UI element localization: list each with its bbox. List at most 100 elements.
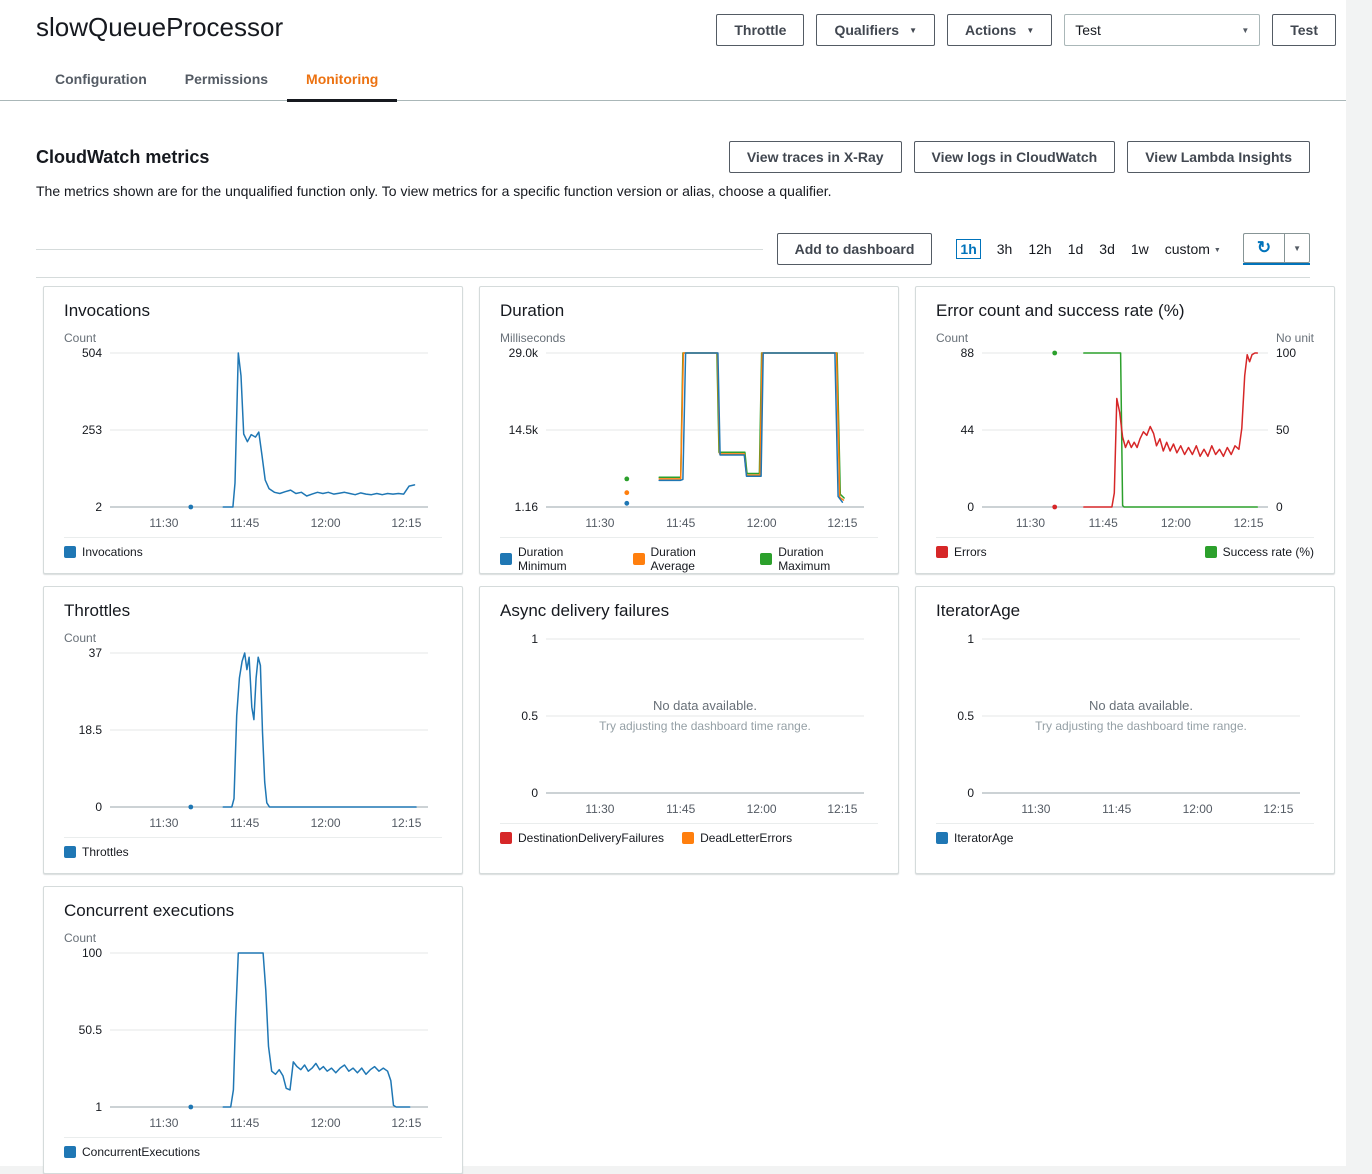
y-axis-unit-left: Count [936, 331, 968, 345]
caret-down-icon: ▼ [1241, 27, 1249, 35]
refresh-options-button[interactable]: ▼ [1284, 233, 1310, 263]
svg-text:11:45: 11:45 [1089, 516, 1118, 530]
test-event-select[interactable]: Test ▼ [1064, 14, 1260, 46]
time-range-1d[interactable]: 1d [1068, 241, 1084, 257]
tab-permissions[interactable]: Permissions [166, 60, 287, 100]
charts-grid: InvocationsCount504253211:3011:4512:0012… [43, 286, 1303, 1174]
tab-monitoring[interactable]: Monitoring [287, 60, 397, 100]
svg-text:44: 44 [961, 423, 975, 437]
header-actions: Throttle Qualifiers ▼ Actions ▼ Test ▼ T… [716, 14, 1336, 46]
chart-canvas[interactable]: 8844010050011:3011:4512:0012:15 [936, 345, 1314, 535]
legend-item-iteratorage[interactable]: IteratorAge [936, 831, 1013, 845]
time-range-3d[interactable]: 3d [1099, 241, 1115, 257]
legend-item-success-rate-[interactable]: Success rate (%) [1205, 545, 1314, 559]
legend-item-invocations[interactable]: Invocations [64, 545, 143, 559]
chart-title: Concurrent executions [64, 901, 442, 921]
y-axis-unit-left: Count [64, 331, 96, 345]
test-event-select-value: Test [1075, 21, 1101, 39]
chart-title: Invocations [64, 301, 442, 321]
chart-canvas[interactable]: 504253211:3011:4512:0012:15 [64, 345, 442, 535]
time-range-12h[interactable]: 12h [1028, 241, 1051, 257]
cloudwatch-metrics-header: CloudWatch metrics View traces in X-Ray … [36, 141, 1310, 173]
legend-label: IteratorAge [954, 831, 1013, 845]
chart-card-duration: DurationMilliseconds29.0k14.5k1.1611:301… [479, 286, 899, 574]
svg-text:11:30: 11:30 [1016, 516, 1045, 530]
legend-item-duration-minimum[interactable]: Duration Minimum [500, 545, 615, 573]
svg-text:0: 0 [95, 800, 102, 814]
chart-title: Async delivery failures [500, 601, 878, 621]
refresh-button[interactable]: ↻ [1243, 233, 1284, 263]
legend-color-marker [64, 1146, 76, 1158]
test-button[interactable]: Test [1272, 14, 1336, 46]
actions-button[interactable]: Actions ▼ [947, 14, 1052, 46]
legend-label: DeadLetterErrors [700, 831, 792, 845]
svg-text:2: 2 [95, 500, 102, 514]
chart-title: Duration [500, 301, 878, 321]
chart-canvas[interactable]: 10.5011:3011:4512:0012:15No data availab… [500, 631, 878, 821]
svg-text:18.5: 18.5 [79, 723, 103, 737]
metrics-description: The metrics shown are for the unqualifie… [36, 183, 1310, 199]
svg-text:12:15: 12:15 [1263, 802, 1293, 816]
svg-text:0.5: 0.5 [521, 709, 538, 723]
function-tabs: ConfigurationPermissionsMonitoring [0, 60, 1346, 101]
chart-canvas[interactable]: 3718.5011:3011:4512:0012:15 [64, 645, 442, 835]
section-actions: View traces in X-Ray View logs in CloudW… [729, 141, 1310, 173]
legend-label: Success rate (%) [1223, 545, 1314, 559]
chart-card-throttles: ThrottlesCount3718.5011:3011:4512:0012:1… [43, 586, 463, 874]
legend-item-duration-average[interactable]: Duration Average [633, 545, 743, 573]
view-cloudwatch-logs-button[interactable]: View logs in CloudWatch [914, 141, 1116, 173]
chart-legend: Errors Success rate (%) [936, 537, 1314, 559]
legend-color-marker [500, 832, 512, 844]
svg-text:11:30: 11:30 [585, 516, 614, 530]
chart-legend: DestinationDeliveryFailures DeadLetterErr… [500, 823, 878, 845]
svg-text:12:00: 12:00 [311, 516, 341, 530]
chart-canvas[interactable]: 29.0k14.5k1.1611:3011:4512:0012:15 [500, 345, 878, 535]
caret-down-icon: ▼ [1214, 247, 1221, 254]
svg-text:Try adjusting the dashboard ti: Try adjusting the dashboard time range. [599, 719, 811, 733]
section-title: CloudWatch metrics [36, 147, 209, 168]
axis-unit-row: Count [64, 931, 442, 945]
legend-item-throttles[interactable]: Throttles [64, 845, 129, 859]
legend-color-marker [936, 832, 948, 844]
legend-item-destinationdeliveryfailures[interactable]: DestinationDeliveryFailures [500, 831, 664, 845]
svg-text:11:30: 11:30 [585, 802, 614, 816]
svg-text:11:30: 11:30 [1021, 802, 1050, 816]
qualifiers-button-label: Qualifiers [834, 21, 899, 39]
axis-unit-row: Milliseconds [500, 331, 878, 345]
svg-text:0.5: 0.5 [957, 709, 974, 723]
time-range-1h[interactable]: 1h [956, 239, 980, 259]
refresh-icon: ↻ [1257, 238, 1271, 258]
chart-canvas[interactable]: 10.5011:3011:4512:0012:15No data availab… [936, 631, 1314, 821]
legend-item-errors[interactable]: Errors [936, 545, 987, 559]
legend-label: Invocations [82, 545, 143, 559]
svg-text:11:45: 11:45 [666, 516, 695, 530]
add-to-dashboard-button[interactable]: Add to dashboard [777, 233, 933, 265]
chart-legend: IteratorAge [936, 823, 1314, 845]
view-lambda-insights-button[interactable]: View Lambda Insights [1127, 141, 1310, 173]
tab-configuration[interactable]: Configuration [36, 60, 166, 100]
legend-color-marker [633, 553, 645, 565]
svg-text:12:15: 12:15 [1234, 516, 1264, 530]
svg-text:37: 37 [89, 646, 103, 660]
legend-color-marker [64, 546, 76, 558]
svg-text:No data available.: No data available. [653, 698, 757, 713]
legend-item-deadlettererrors[interactable]: DeadLetterErrors [682, 831, 792, 845]
svg-text:29.0k: 29.0k [509, 346, 539, 360]
svg-text:12:15: 12:15 [391, 1116, 421, 1130]
time-range-custom[interactable]: custom▼ [1165, 241, 1221, 257]
caret-down-icon: ▼ [1293, 245, 1301, 253]
view-xray-traces-button[interactable]: View traces in X-Ray [729, 141, 902, 173]
throttle-button[interactable]: Throttle [716, 14, 804, 46]
time-range-1w[interactable]: 1w [1131, 241, 1149, 257]
chart-canvas[interactable]: 10050.5111:3011:4512:0012:15 [64, 945, 442, 1135]
legend-color-marker [682, 832, 694, 844]
legend-item-duration-maximum[interactable]: Duration Maximum [760, 545, 878, 573]
y-axis-unit-left: Count [64, 931, 96, 945]
legend-item-concurrentexecutions[interactable]: ConcurrentExecutions [64, 1145, 200, 1159]
time-range-3h[interactable]: 3h [997, 241, 1013, 257]
caret-down-icon: ▼ [1026, 27, 1034, 35]
chart-card-concurrent-executions: Concurrent executions Count10050.5111:301… [43, 886, 463, 1174]
function-header: slowQueueProcessor Throttle Qualifiers ▼… [0, 0, 1346, 46]
qualifiers-button[interactable]: Qualifiers ▼ [816, 14, 935, 46]
chart-title: IteratorAge [936, 601, 1314, 621]
